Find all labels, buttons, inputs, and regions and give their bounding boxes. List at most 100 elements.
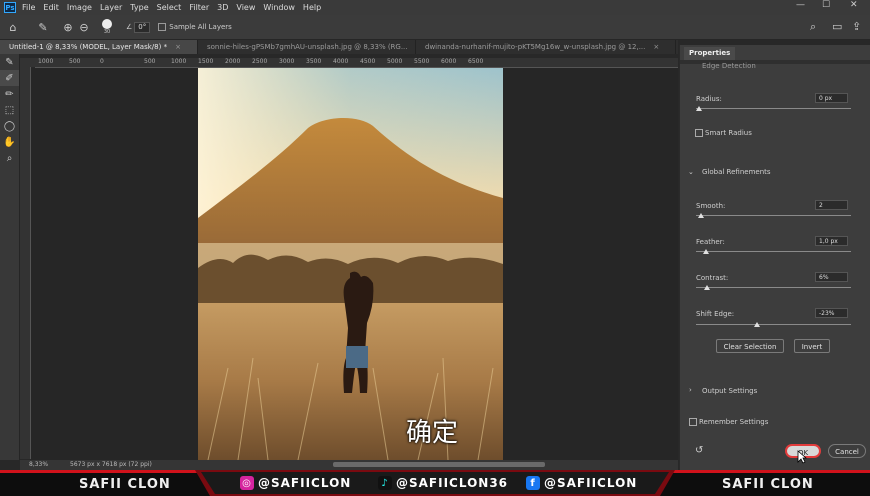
tab-dwinanda[interactable]: dwinanda-nurhanif-mujito-pKT5Mg16w_w-uns…: [416, 40, 676, 54]
social-banner: SAFII CLON ◎ @SAFIICLON ♪ @SAFIICLON36 f…: [0, 470, 870, 496]
tab-label: sonnie-hiles-gPSMb7gmhAU-unsplash.jpg @ …: [207, 43, 408, 51]
radius-slider-track[interactable]: [696, 108, 851, 109]
refine-edge-brush-icon[interactable]: ✐: [0, 70, 19, 86]
ruler-tick: 4000: [333, 58, 349, 65]
contrast-slider-thumb[interactable]: [704, 285, 710, 290]
feather-slider-thumb[interactable]: [703, 249, 709, 254]
properties-panel: Properties Edge Detection Radius: 0 px S…: [679, 45, 870, 470]
brush-size-value: 30: [103, 29, 111, 35]
ruler-tick: 500: [144, 58, 156, 65]
menu-layer[interactable]: Layer: [100, 3, 122, 12]
angle-icon: ∠: [126, 23, 133, 31]
photoshop-logo: Ps: [4, 2, 16, 13]
horizontal-scrollbar[interactable]: [333, 462, 545, 467]
tiktok-text: @SAFIICLON36: [396, 476, 509, 490]
radius-field[interactable]: 0 px: [815, 93, 848, 103]
smooth-slider-thumb[interactable]: [698, 213, 704, 218]
clear-selection-button[interactable]: Clear Selection: [716, 339, 784, 353]
menu-select[interactable]: Select: [157, 3, 182, 12]
facebook-handle: f @SAFIICLON: [526, 476, 637, 490]
document-size: 5673 px x 7618 px (72 ppi): [70, 461, 152, 468]
tab-sonnie-hiles[interactable]: sonnie-hiles-gPSMb7gmhAU-unsplash.jpg @ …: [198, 40, 416, 54]
options-bar: ⌂ ✎ ⊕ ⊖ 30 ∠ 0° Sample All Layers ⌕ ▭ ⇪: [0, 15, 870, 40]
reset-icon[interactable]: ↺: [695, 445, 703, 456]
menu-bar: Ps File Edit Image Layer Type Select Fil…: [0, 0, 870, 15]
search-icon[interactable]: ⌕: [810, 20, 816, 34]
radius-label: Radius:: [696, 95, 722, 103]
close-window-button[interactable]: ✕: [850, 0, 858, 10]
workspace-icon[interactable]: ▭: [832, 20, 842, 33]
facebook-text: @SAFIICLON: [544, 476, 638, 490]
ruler-tick: 3000: [279, 58, 295, 65]
feather-field[interactable]: 1,0 px: [815, 236, 848, 246]
chevron-right-icon[interactable]: ›: [689, 386, 692, 394]
menu-file[interactable]: File: [22, 3, 35, 12]
chevron-down-icon[interactable]: ⌄: [688, 168, 694, 176]
facebook-icon: f: [526, 476, 540, 490]
subtract-mode-icon[interactable]: ⊖: [76, 21, 92, 34]
shift-edge-slider-track[interactable]: [696, 324, 851, 325]
close-tab-icon[interactable]: ×: [175, 43, 181, 51]
instagram-text: @SAFIICLON: [258, 476, 352, 490]
zoom-level[interactable]: 8,33%: [29, 461, 48, 468]
refine-brush-icon[interactable]: ✎: [26, 21, 60, 34]
properties-tab[interactable]: Properties: [684, 47, 736, 60]
zoom-tool-icon[interactable]: ⌕: [0, 150, 19, 166]
menu-image[interactable]: Image: [67, 3, 92, 12]
contrast-label: Contrast:: [696, 274, 729, 282]
instagram-handle: ◎ @SAFIICLON: [240, 476, 351, 490]
share-icon[interactable]: ⇪: [852, 20, 861, 33]
remember-settings-checkbox[interactable]: [689, 418, 697, 426]
edge-detection-section[interactable]: Edge Detection: [702, 62, 756, 70]
tab-label: Untitled-1 @ 8,33% (MODEL, Layer Mask/8)…: [9, 43, 168, 51]
home-icon[interactable]: ⌂: [0, 21, 26, 34]
ruler-tick: 2500: [252, 58, 268, 65]
menu-3d[interactable]: 3D: [217, 3, 228, 12]
status-bar: 8,33% 5673 px x 7618 px (72 ppi): [20, 460, 678, 470]
add-mode-icon[interactable]: ⊕: [60, 21, 76, 34]
angle-field[interactable]: 0°: [134, 21, 151, 33]
smooth-slider-track[interactable]: [696, 215, 851, 216]
menu-help[interactable]: Help: [303, 3, 321, 12]
menu-window[interactable]: Window: [263, 3, 295, 12]
feather-slider-track[interactable]: [696, 251, 851, 252]
ruler-tick: 6000: [441, 58, 457, 65]
tab-untitled-1[interactable]: Untitled-1 @ 8,33% (MODEL, Layer Mask/8)…: [0, 40, 198, 54]
close-tab-icon[interactable]: ×: [653, 43, 659, 51]
brush-size-picker[interactable]: 30: [96, 19, 118, 35]
sample-all-layers-checkbox[interactable]: Sample All Layers: [158, 23, 232, 31]
tools-panel: ✎ ✐ ✏ ⬚ ◯ ✋ ⌕: [0, 54, 20, 460]
smart-radius-checkbox[interactable]: [695, 129, 703, 137]
quick-selection-tool-icon[interactable]: ✎: [0, 54, 19, 70]
hand-tool-icon[interactable]: ✋: [0, 134, 19, 150]
remember-settings-label: Remember Settings: [699, 418, 769, 426]
tiktok-handle: ♪ @SAFIICLON36: [378, 476, 508, 490]
tiktok-icon: ♪: [378, 476, 392, 490]
lasso-tool-icon[interactable]: ◯: [0, 118, 19, 134]
menu-type[interactable]: Type: [130, 3, 148, 12]
sample-all-layers-label: Sample All Layers: [169, 23, 232, 31]
contrast-field[interactable]: 6%: [815, 272, 848, 282]
ruler-corner: [20, 58, 35, 67]
global-refinements-section[interactable]: Global Refinements: [702, 168, 771, 176]
radius-slider-thumb[interactable]: [696, 106, 702, 111]
shift-edge-slider-thumb[interactable]: [754, 322, 760, 327]
cancel-button[interactable]: Cancel: [828, 444, 866, 458]
invert-button[interactable]: Invert: [794, 339, 830, 353]
shift-edge-field[interactable]: -23%: [815, 308, 848, 318]
brush-tool-icon[interactable]: ✏: [0, 86, 19, 102]
smooth-field[interactable]: 2: [815, 200, 848, 210]
document-image[interactable]: [198, 68, 503, 460]
brush-preview-icon: [102, 19, 112, 29]
output-settings-section[interactable]: Output Settings: [702, 387, 757, 395]
minimize-button[interactable]: —: [796, 0, 805, 10]
maximize-button[interactable]: ☐: [822, 0, 830, 10]
ruler-tick: 5000: [387, 58, 403, 65]
object-selection-icon[interactable]: ⬚: [0, 102, 19, 118]
ruler-tick: 3500: [306, 58, 322, 65]
menu-edit[interactable]: Edit: [43, 3, 59, 12]
menu-filter[interactable]: Filter: [189, 3, 209, 12]
contrast-slider-track[interactable]: [696, 287, 851, 288]
menu-view[interactable]: View: [236, 3, 255, 12]
checkbox-icon: [158, 23, 167, 31]
